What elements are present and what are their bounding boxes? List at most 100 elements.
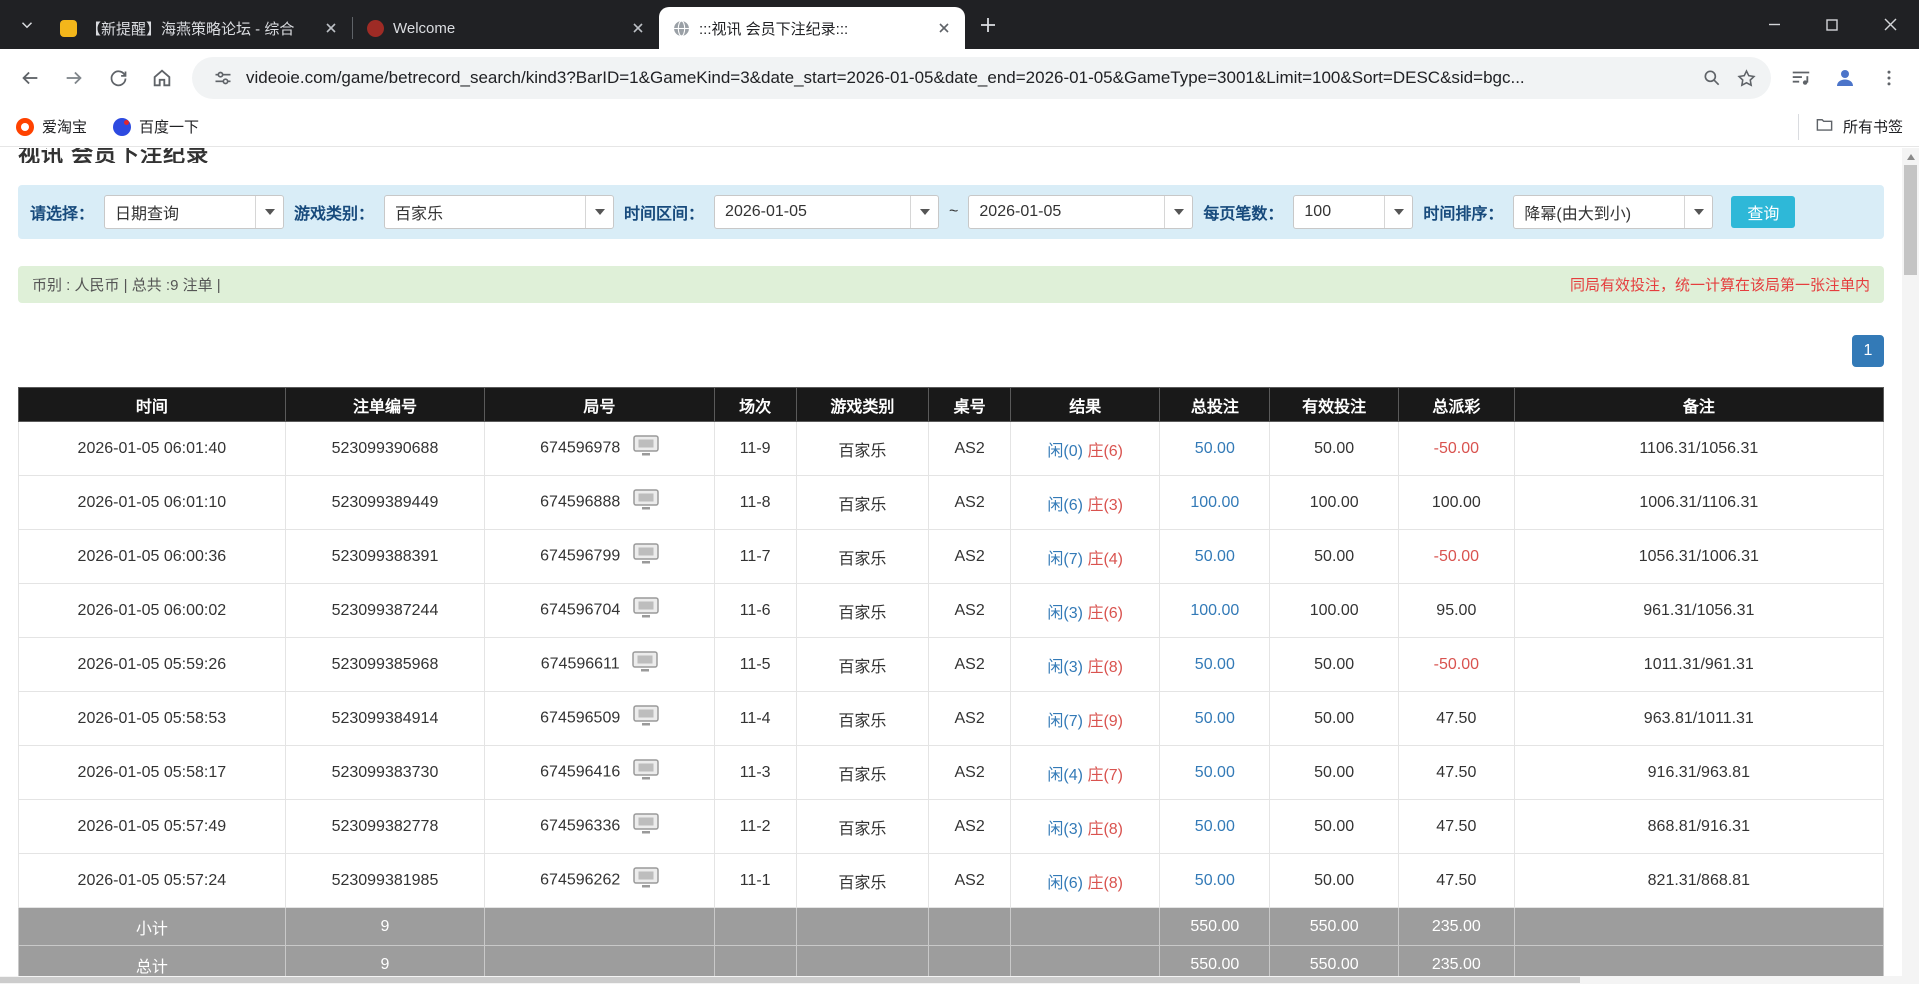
url-text[interactable]: videoie.com/game/betrecord_search/kind3?… [246, 68, 1695, 88]
cell-round: 674596509 [485, 692, 714, 746]
tab-close-icon[interactable] [933, 17, 955, 39]
tab-search-chevron-icon[interactable] [10, 8, 44, 42]
bookmark-baidu[interactable]: 百度一下 [113, 116, 199, 137]
table-body: 2026-01-05 06:01:40 523099390688 6745969… [19, 422, 1884, 908]
tab-strip: 【新提醒】海燕策略论坛 - 综合 Welcome :::视讯 会员下注纪录::: [0, 0, 1919, 49]
result-player: 闲(3) [1047, 821, 1083, 838]
chevron-down-icon[interactable] [255, 196, 283, 228]
close-window-button[interactable] [1861, 0, 1919, 49]
result-player: 闲(4) [1047, 767, 1083, 784]
bet-record-table: 时间注单编号局号场次游戏类别桌号结果总投注有效投注总派彩备注 2026-01-0… [18, 387, 1884, 976]
cell-total-bet-link[interactable]: 50.00 [1160, 854, 1270, 908]
chevron-down-icon[interactable] [585, 196, 613, 228]
cell-valid-bet: 50.00 [1270, 422, 1399, 476]
zoom-icon[interactable] [1695, 61, 1729, 95]
cell-round: 674596611 [485, 638, 714, 692]
new-tab-button[interactable] [971, 8, 1005, 42]
refresh-icon[interactable] [98, 58, 138, 98]
bookmarks-bar: 爱淘宝 百度一下 所有书签 [0, 107, 1919, 147]
cell-total-bet-link[interactable]: 100.00 [1160, 476, 1270, 530]
tab-title: 【新提醒】海燕策略论坛 - 综合 [86, 18, 311, 39]
home-icon[interactable] [142, 58, 182, 98]
subtotal-row: 小计 9 550.00 550.00 235.00 [19, 908, 1884, 946]
query-mode-select[interactable]: 日期查询 [104, 195, 284, 229]
cell-total-bet-link[interactable]: 50.00 [1160, 800, 1270, 854]
round-number: 674596799 [540, 548, 620, 565]
media-controls-icon[interactable] [1781, 58, 1821, 98]
cell-valid-bet: 50.00 [1270, 746, 1399, 800]
bookmark-taobao[interactable]: 爱淘宝 [16, 116, 87, 137]
scroll-up-arrow-icon[interactable] [1902, 148, 1919, 165]
round-number: 674596888 [540, 494, 620, 511]
video-replay-icon[interactable] [633, 597, 659, 624]
result-banker: 庄(7) [1087, 767, 1123, 784]
chevron-down-icon[interactable] [1684, 196, 1712, 228]
date-start-select[interactable]: 2026-01-05 [714, 195, 939, 229]
back-icon[interactable] [10, 58, 50, 98]
cell-total-bet-link[interactable]: 50.00 [1160, 746, 1270, 800]
total-payout: 235.00 [1399, 946, 1515, 977]
maximize-button[interactable] [1803, 0, 1861, 49]
vertical-scrollbar-thumb[interactable] [1904, 165, 1917, 275]
result-player: 闲(7) [1047, 551, 1083, 568]
minimize-button[interactable] [1745, 0, 1803, 49]
tab-close-icon[interactable] [627, 17, 649, 39]
video-replay-icon[interactable] [633, 759, 659, 786]
filter-bar: 请选择： 日期查询 游戏类别： 百家乐 时间区间： 2026-01-05 ~ 2… [18, 185, 1884, 239]
cell-session: 11-8 [714, 476, 796, 530]
bookmark-star-icon[interactable] [1729, 61, 1763, 95]
browser-menu-icon[interactable] [1869, 58, 1909, 98]
time-sort-select[interactable]: 降幂(由大到小) [1513, 195, 1713, 229]
round-number: 674596611 [541, 656, 620, 673]
cell-table-no: AS2 [929, 422, 1011, 476]
cell-total-bet-link[interactable]: 50.00 [1160, 422, 1270, 476]
url-bar[interactable]: videoie.com/game/betrecord_search/kind3?… [192, 57, 1771, 99]
cell-total-bet-link[interactable]: 50.00 [1160, 638, 1270, 692]
all-bookmarks-button[interactable]: 所有书签 [1798, 114, 1903, 140]
taobao-favicon-icon [16, 118, 34, 136]
video-replay-icon[interactable] [633, 543, 659, 570]
chevron-down-icon[interactable] [1384, 196, 1412, 228]
video-replay-icon[interactable] [633, 489, 659, 516]
cell-total-bet-link[interactable]: 50.00 [1160, 692, 1270, 746]
cell-round: 674596262 [485, 854, 714, 908]
cell-result: 闲(4) 庄(7) [1011, 746, 1160, 800]
column-header: 游戏类别 [796, 388, 928, 422]
cell-time: 2026-01-05 06:01:10 [19, 476, 286, 530]
chevron-down-icon[interactable] [1164, 196, 1192, 228]
result-player: 闲(0) [1047, 443, 1083, 460]
browser-tab-forum[interactable]: 【新提醒】海燕策略论坛 - 综合 [46, 7, 352, 49]
video-replay-icon[interactable] [633, 435, 659, 462]
tab-close-icon[interactable] [320, 17, 342, 39]
video-replay-icon[interactable] [633, 813, 659, 840]
per-page-select[interactable]: 100 [1293, 195, 1413, 229]
video-replay-icon[interactable] [633, 705, 659, 732]
date-end-select[interactable]: 2026-01-05 [968, 195, 1193, 229]
select-mode-label: 请选择： [30, 200, 94, 224]
cell-time: 2026-01-05 06:01:40 [19, 422, 286, 476]
forward-icon[interactable] [54, 58, 94, 98]
search-button[interactable]: 查询 [1731, 196, 1795, 228]
cell-valid-bet: 100.00 [1270, 584, 1399, 638]
profile-avatar-icon[interactable] [1825, 58, 1865, 98]
video-replay-icon[interactable] [632, 651, 658, 678]
game-type-select[interactable]: 百家乐 [384, 195, 614, 229]
result-player: 闲(7) [1047, 713, 1083, 730]
cell-total-bet-link[interactable]: 50.00 [1160, 530, 1270, 584]
cell-session: 11-9 [714, 422, 796, 476]
browser-tab-betrecord-active[interactable]: :::视讯 会员下注纪录::: [659, 7, 965, 49]
site-settings-tune-icon[interactable] [206, 61, 240, 95]
window-controls [1745, 0, 1919, 49]
cell-round: 674596978 [485, 422, 714, 476]
cell-result: 闲(3) 庄(6) [1011, 584, 1160, 638]
horizontal-scrollbar[interactable] [0, 976, 1902, 984]
video-replay-icon[interactable] [633, 867, 659, 894]
pagination-page-1-button[interactable]: 1 [1852, 335, 1884, 367]
vertical-scrollbar[interactable] [1902, 148, 1919, 976]
horizontal-scrollbar-thumb[interactable] [0, 977, 1580, 983]
table-row: 2026-01-05 05:59:26 523099385968 6745966… [19, 638, 1884, 692]
column-header: 局号 [485, 388, 714, 422]
cell-total-bet-link[interactable]: 100.00 [1160, 584, 1270, 638]
browser-tab-welcome[interactable]: Welcome [353, 7, 659, 49]
chevron-down-icon[interactable] [910, 196, 938, 228]
